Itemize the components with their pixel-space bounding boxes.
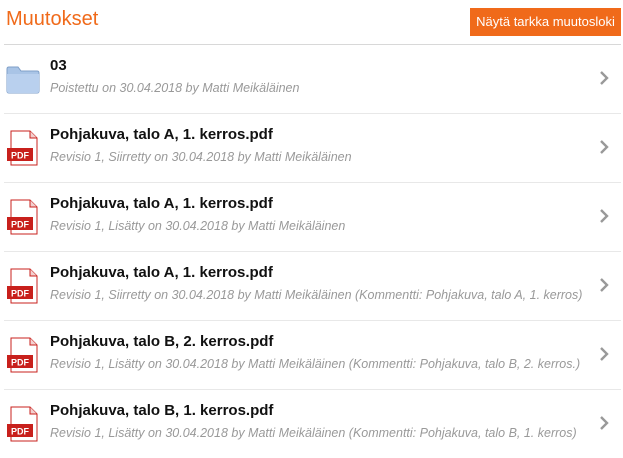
- list-item[interactable]: PDF Pohjakuva, talo A, 1. kerros.pdf Rev…: [4, 183, 621, 252]
- item-meta: Poistettu on 30.04.2018 by Matti Meikälä…: [50, 81, 300, 95]
- item-meta: Revisio 1, Siirretty on 30.04.2018 by Ma…: [50, 288, 583, 302]
- pdf-icon: PDF: [7, 337, 38, 373]
- pdf-icon: PDF: [7, 406, 38, 442]
- item-meta: Revisio 1, Siirretty on 30.04.2018 by Ma…: [50, 150, 352, 164]
- list-item[interactable]: 03 Poistettu on 30.04.2018 by Matti Meik…: [4, 45, 621, 114]
- chevron-right-icon: [600, 209, 609, 223]
- chevron-right-icon: [600, 347, 609, 361]
- pdf-icon: PDF: [7, 268, 38, 304]
- svg-text:PDF: PDF: [11, 289, 30, 299]
- item-name: Pohjakuva, talo A, 1. kerros.pdf: [50, 195, 273, 212]
- svg-text:PDF: PDF: [11, 427, 30, 437]
- pdf-icon: PDF: [7, 130, 38, 166]
- list-item[interactable]: PDF Pohjakuva, talo A, 1. kerros.pdf Rev…: [4, 252, 621, 321]
- chevron-right-icon: [600, 278, 609, 292]
- item-meta: Revisio 1, Lisätty on 30.04.2018 by Matt…: [50, 219, 346, 233]
- header: Muutokset Näytä tarkka muutosloki: [4, 0, 621, 45]
- svg-text:PDF: PDF: [11, 151, 30, 161]
- svg-text:PDF: PDF: [11, 220, 30, 230]
- item-name: 03: [50, 57, 67, 74]
- item-name: Pohjakuva, talo A, 1. kerros.pdf: [50, 126, 273, 143]
- item-meta: Revisio 1, Lisätty on 30.04.2018 by Matt…: [50, 426, 577, 440]
- list-item[interactable]: PDF Pohjakuva, talo A, 1. kerros.pdf Rev…: [4, 114, 621, 183]
- chevron-right-icon: [600, 71, 609, 85]
- page-title: Muutokset: [6, 8, 99, 30]
- list-item[interactable]: PDF Pohjakuva, talo B, 1. kerros.pdf Rev…: [4, 390, 621, 458]
- item-name: Pohjakuva, talo A, 1. kerros.pdf: [50, 264, 273, 281]
- svg-text:PDF: PDF: [11, 358, 30, 368]
- changes-list: 03 Poistettu on 30.04.2018 by Matti Meik…: [4, 45, 621, 458]
- folder-icon: [6, 66, 40, 94]
- show-detailed-log-button[interactable]: Näytä tarkka muutosloki: [470, 8, 621, 36]
- item-meta: Revisio 1, Lisätty on 30.04.2018 by Matt…: [50, 357, 581, 371]
- pdf-icon: PDF: [7, 199, 38, 235]
- item-name: Pohjakuva, talo B, 1. kerros.pdf: [50, 402, 274, 419]
- list-item[interactable]: PDF Pohjakuva, talo B, 2. kerros.pdf Rev…: [4, 321, 621, 390]
- chevron-right-icon: [600, 140, 609, 154]
- item-name: Pohjakuva, talo B, 2. kerros.pdf: [50, 333, 274, 350]
- chevron-right-icon: [600, 416, 609, 430]
